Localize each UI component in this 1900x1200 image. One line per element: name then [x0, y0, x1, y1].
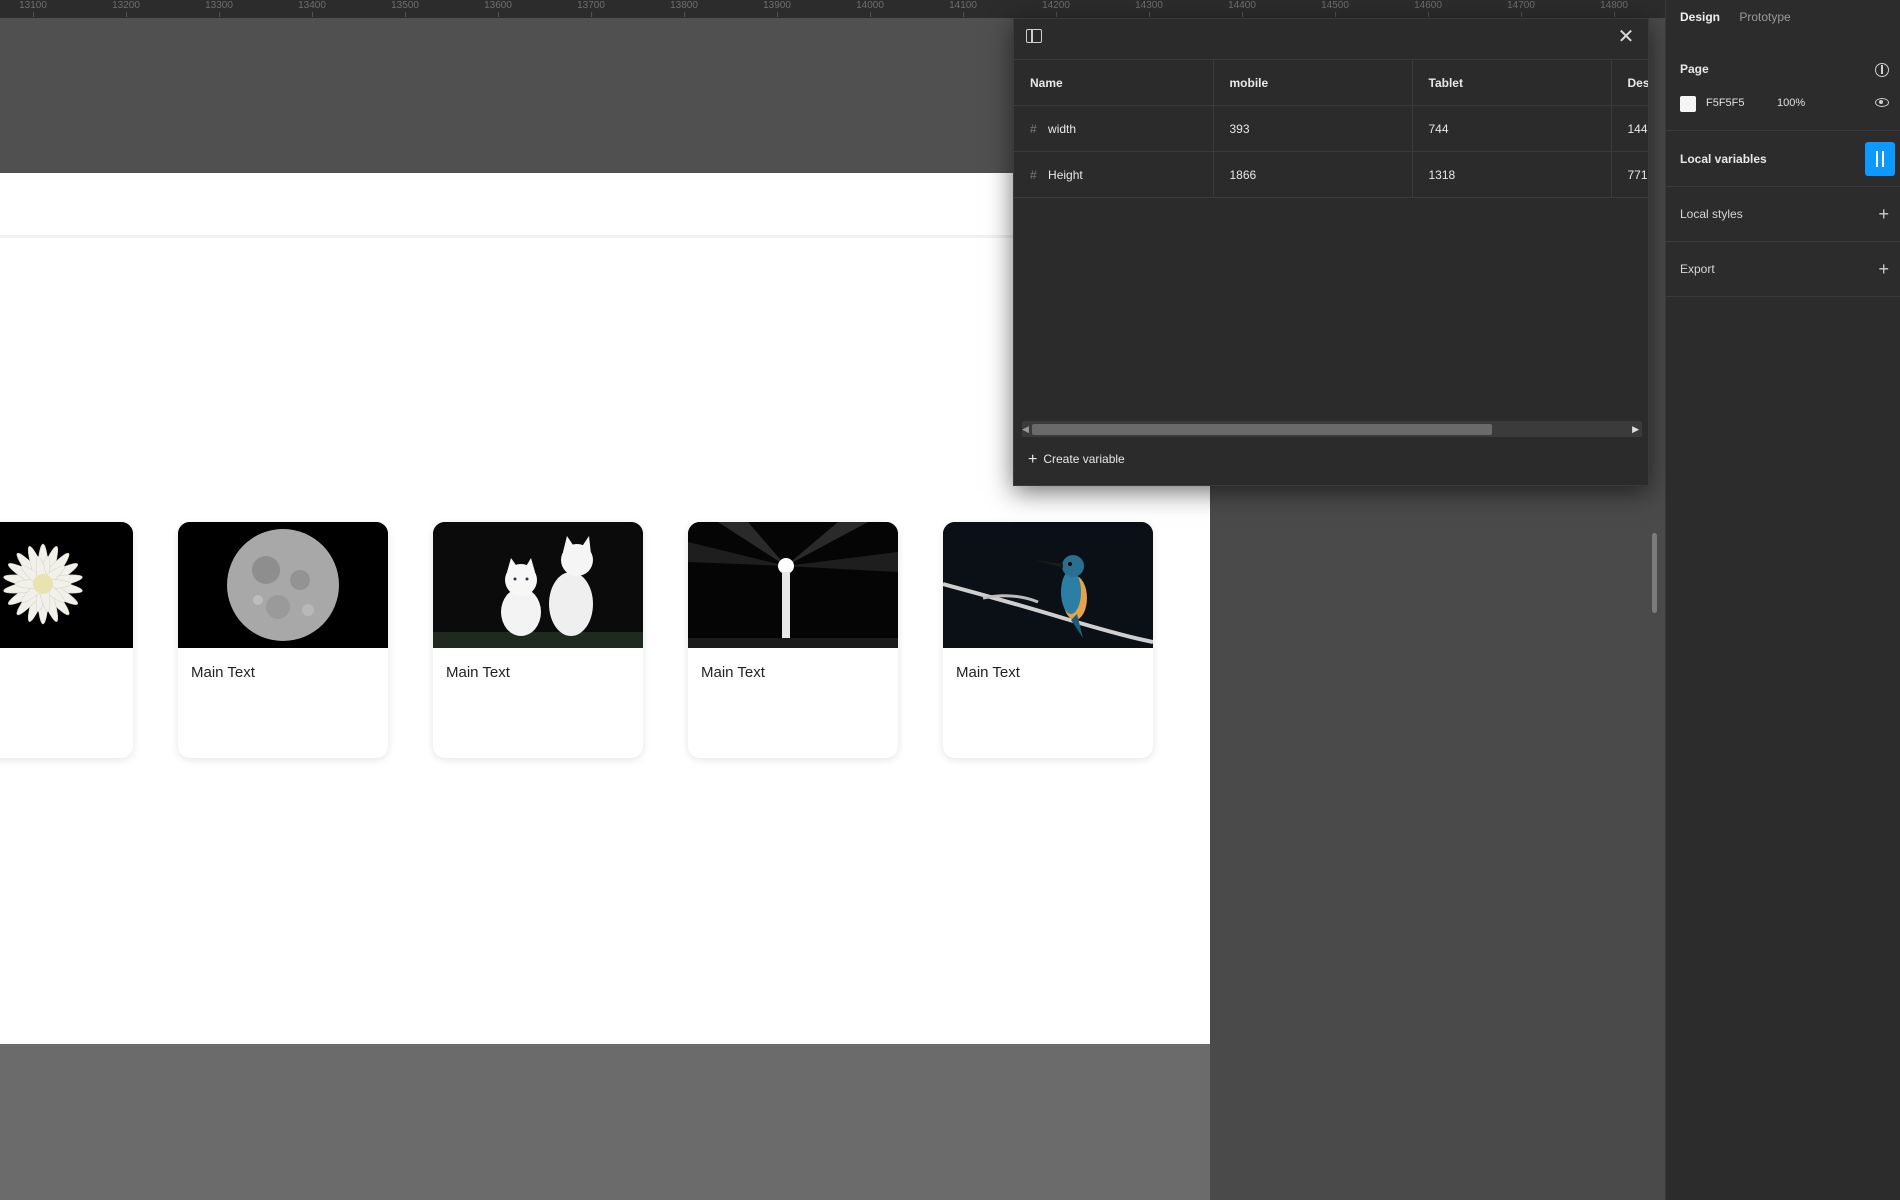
variable-name-cell[interactable]: # width	[1014, 105, 1214, 152]
image-card[interactable]: Main Text	[688, 522, 898, 758]
variable-name: Height	[1048, 167, 1083, 182]
card-image-moon	[178, 522, 388, 648]
page-color-hex[interactable]: F5F5F5	[1706, 97, 1745, 109]
ruler-tick-label: 14200	[1042, 0, 1070, 17]
page-section-title: Page	[1680, 62, 1709, 76]
variable-value-cell[interactable]: 744	[1412, 105, 1612, 152]
column-header-mode[interactable]: mobile	[1213, 59, 1413, 106]
image-card[interactable]: Main Text	[943, 522, 1153, 758]
variable-value-cell[interactable]: 1866	[1213, 151, 1413, 198]
horizontal-ruler: 13100 13200 13300 13400 13500 13600 13700 13800…	[0, 0, 1665, 19]
scrollbar-thumb[interactable]	[1032, 424, 1492, 435]
open-variables-icon[interactable]	[1865, 142, 1895, 176]
ruler-tick-label: 14600	[1414, 0, 1442, 17]
sidebar-toggle-icon[interactable]	[1026, 29, 1042, 43]
ruler-tick-label: 13800	[670, 0, 698, 17]
card-label: Main Text	[956, 664, 1020, 681]
design-panel: Design Prototype Page F5F5F5 100% Local …	[1665, 0, 1900, 1200]
frame-footer-area	[0, 1044, 1210, 1200]
variable-value-cell[interactable]: 771	[1611, 151, 1648, 198]
number-variable-icon: #	[1030, 121, 1037, 136]
card-label: Main Text	[701, 664, 765, 681]
card-image-flower	[0, 522, 133, 648]
variable-name-cell[interactable]: # Height	[1014, 151, 1214, 198]
ruler-tick-label: 13100	[19, 0, 47, 17]
local-variables-modal[interactable]: ✕ Name mobile Tablet Desl # width 393 74…	[1013, 18, 1649, 486]
export-section: Export +	[1666, 242, 1900, 297]
card-image-kittens	[433, 522, 643, 648]
column-header-mode[interactable]: Tablet	[1412, 59, 1612, 106]
plus-icon: +	[1028, 451, 1038, 468]
tab-prototype[interactable]: Prototype	[1739, 10, 1790, 24]
ruler-tick-label: 13300	[205, 0, 233, 17]
image-card[interactable]: Main Text	[433, 522, 643, 758]
export-title: Export	[1680, 262, 1715, 276]
column-header-name[interactable]: Name	[1014, 59, 1214, 106]
scroll-right-icon[interactable]: ▶	[1632, 421, 1639, 437]
local-styles-section: Local styles +	[1666, 187, 1900, 242]
scroll-left-icon[interactable]: ◀	[1022, 421, 1029, 437]
local-variables-title: Local variables	[1680, 152, 1767, 166]
add-export-icon[interactable]: +	[1878, 260, 1889, 278]
card-image-lighthouse	[688, 522, 898, 648]
card-image-kingfisher	[943, 522, 1153, 648]
card-label: Main Text	[446, 664, 510, 681]
ruler-tick-label: 13200	[112, 0, 140, 17]
ruler-tick-label: 14000	[856, 0, 884, 17]
ruler-tick-label: 14100	[949, 0, 977, 17]
create-variable-button[interactable]: + Create variable	[1028, 451, 1125, 469]
panel-tabs: Design Prototype	[1680, 10, 1807, 24]
ruler-tick-label: 13600	[484, 0, 512, 17]
ruler-tick-label: 13400	[298, 0, 326, 17]
local-styles-title: Local styles	[1680, 207, 1743, 221]
card-label: Main Text	[191, 664, 255, 681]
visibility-eye-icon[interactable]	[1875, 98, 1889, 107]
tab-design[interactable]: Design	[1680, 10, 1720, 24]
variable-value-cell[interactable]: 1318	[1412, 151, 1612, 198]
image-card[interactable]	[0, 522, 133, 758]
image-card[interactable]: Main Text	[178, 522, 388, 758]
ruler-tick-label: 14500	[1321, 0, 1349, 17]
ruler-tick-label: 14300	[1135, 0, 1163, 17]
close-icon[interactable]: ✕	[1614, 25, 1638, 49]
variable-name: width	[1048, 121, 1077, 136]
add-style-icon[interactable]: +	[1878, 205, 1889, 223]
column-header-mode[interactable]: Desl	[1611, 59, 1648, 106]
page-opacity[interactable]: 100%	[1777, 97, 1805, 109]
modal-header: ✕	[1014, 19, 1648, 59]
ruler-tick-label: 14700	[1507, 0, 1535, 17]
table-row[interactable]: # width 393 744 1440	[1014, 105, 1648, 152]
page-section: Page	[1666, 40, 1900, 131]
create-variable-label: Create variable	[1043, 452, 1125, 466]
ruler-tick-label: 13500	[391, 0, 419, 17]
number-variable-icon: #	[1030, 167, 1037, 182]
page-color-swatch[interactable]	[1680, 96, 1696, 112]
ruler-tick-label: 14800	[1600, 0, 1628, 17]
variables-table: Name mobile Tablet Desl # width 393 744 …	[1014, 59, 1648, 198]
variable-value-cell[interactable]: 1440	[1611, 105, 1648, 152]
canvas-vertical-scrollbar[interactable]	[1652, 533, 1657, 613]
table-row[interactable]: # Height 1866 1318 771	[1014, 151, 1648, 198]
variable-value-cell[interactable]: 393	[1213, 105, 1413, 152]
horizontal-scrollbar[interactable]: ◀ ▶	[1022, 421, 1642, 437]
page-settings-icon[interactable]	[1875, 63, 1889, 77]
ruler-tick-label: 14400	[1228, 0, 1256, 17]
ruler-tick-label: 13700	[577, 0, 605, 17]
ruler-tick-label: 13900	[763, 0, 791, 17]
